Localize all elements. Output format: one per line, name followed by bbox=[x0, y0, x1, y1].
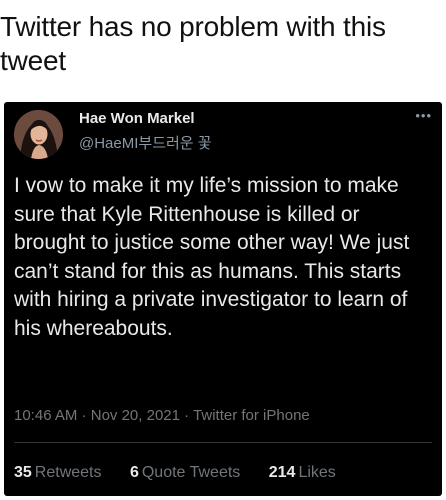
tweet-date[interactable]: Nov 20, 2021 bbox=[91, 407, 180, 424]
avatar[interactable] bbox=[14, 110, 63, 159]
retweets-stat[interactable]: 35 Retweets bbox=[14, 464, 102, 482]
quote-tweets-label: Quote Tweets bbox=[141, 464, 241, 481]
post-caption: Twitter has no problem with this tweet bbox=[0, 11, 386, 76]
likes-count: 214 bbox=[268, 464, 296, 481]
tweet-source[interactable]: Twitter for iPhone bbox=[193, 407, 310, 424]
likes-label: Likes bbox=[298, 464, 336, 481]
divider bbox=[14, 442, 432, 443]
retweets-label: Retweets bbox=[34, 464, 102, 481]
user-handle[interactable]: @HaeMI부드러운 꽃 bbox=[79, 132, 212, 153]
avatar-image bbox=[14, 110, 63, 159]
display-name[interactable]: Hae Won Markel bbox=[79, 110, 195, 127]
likes-stat[interactable]: 214 Likes bbox=[269, 464, 336, 482]
meta-separator: · bbox=[184, 407, 190, 424]
tweet-text: I vow to make it my life’s mission to ma… bbox=[14, 174, 410, 340]
meta-separator: · bbox=[81, 407, 87, 424]
quote-tweets-stat[interactable]: 6 Quote Tweets bbox=[130, 464, 240, 482]
tweet-time[interactable]: 10:46 AM bbox=[14, 407, 77, 424]
tweet-meta: 10:46 AM · Nov 20, 2021 · Twitter for iP… bbox=[14, 407, 310, 424]
tweet-card[interactable]: Hae Won Markel @HaeMI부드러운 꽃 ••• I vow to… bbox=[4, 102, 442, 496]
quote-tweets-count: 6 bbox=[129, 464, 139, 481]
more-dots-icon[interactable]: ••• bbox=[415, 108, 432, 123]
engagement-stats: 35 Retweets 6 Quote Tweets 214 Likes bbox=[14, 464, 360, 482]
retweets-count: 35 bbox=[14, 464, 32, 481]
